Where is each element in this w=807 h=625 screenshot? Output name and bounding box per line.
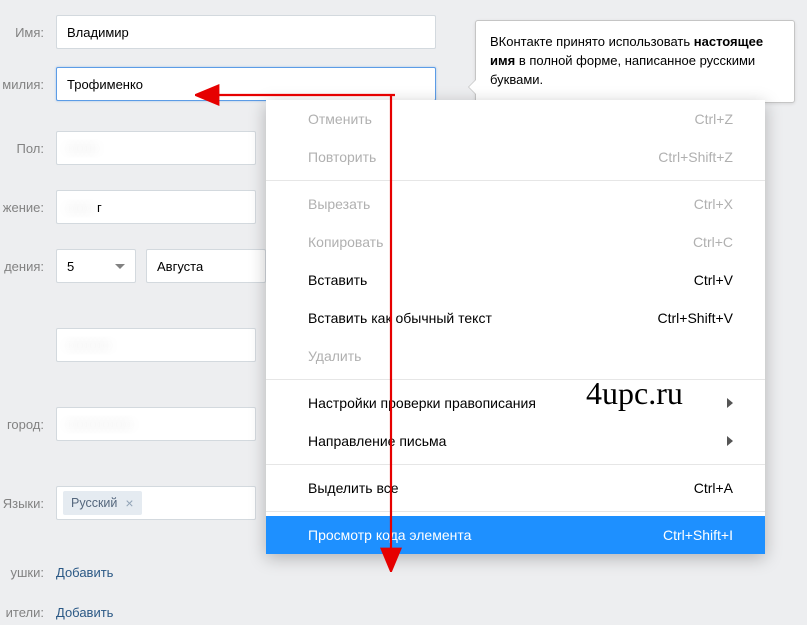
- menu-direction[interactable]: Направление письма: [266, 422, 765, 460]
- menu-label: Отменить: [308, 111, 372, 127]
- birth-day-select[interactable]: 5: [56, 249, 136, 283]
- menu-separator: [266, 464, 765, 465]
- surname-label: милия:: [0, 77, 56, 92]
- city-input[interactable]: ---------------: [56, 407, 256, 441]
- menu-select-all[interactable]: Выделить все Ctrl+A: [266, 469, 765, 507]
- name-label: Имя:: [0, 25, 56, 40]
- menu-label: Настройки проверки правописания: [308, 395, 536, 411]
- menu-label: Вставить: [308, 272, 367, 288]
- parents-label: ители:: [0, 605, 56, 620]
- menu-delete[interactable]: Удалить: [266, 337, 765, 375]
- menu-shortcut: Ctrl+Shift+V: [658, 310, 733, 326]
- context-menu[interactable]: Отменить Ctrl+Z Повторить Ctrl+Shift+Z В…: [266, 100, 765, 554]
- menu-label: Копировать: [308, 234, 383, 250]
- surname-input[interactable]: [56, 67, 436, 101]
- menu-shortcut: Ctrl+C: [693, 234, 733, 250]
- hint-tooltip: ВКонтакте принято использовать настоящее…: [475, 20, 795, 103]
- name-input[interactable]: [56, 15, 436, 49]
- birth-month-value: Августа: [157, 259, 203, 274]
- menu-inspect-element[interactable]: Просмотр кода элемента Ctrl+Shift+I: [266, 516, 765, 554]
- tooltip-text-1: ВКонтакте принято использовать: [490, 34, 694, 49]
- menu-spellcheck[interactable]: Настройки проверки правописания: [266, 384, 765, 422]
- status-label: жение:: [0, 200, 56, 215]
- chevron-right-icon: [727, 436, 733, 446]
- parents-add-link[interactable]: Добавить: [56, 605, 113, 620]
- menu-shortcut: Ctrl+Shift+Z: [658, 149, 733, 165]
- menu-label: Повторить: [308, 149, 376, 165]
- menu-shortcut: Ctrl+V: [694, 272, 733, 288]
- menu-shortcut: Ctrl+Shift+I: [663, 527, 733, 543]
- tooltip-text-2: в полной форме, написанное русскими букв…: [490, 53, 755, 87]
- birth-selects: 5 Августа: [56, 249, 266, 283]
- grandma-label: ушки:: [0, 565, 56, 580]
- blank-input[interactable]: ----------: [56, 328, 256, 362]
- menu-cut[interactable]: Вырезать Ctrl+X: [266, 185, 765, 223]
- lang-tag-label: Русский: [71, 496, 117, 510]
- menu-shortcut: Ctrl+Z: [695, 111, 734, 127]
- status-suffix: г: [97, 200, 102, 215]
- status-input[interactable]: ------г: [56, 190, 256, 224]
- lang-tag[interactable]: Русский ×: [63, 491, 142, 515]
- menu-redo[interactable]: Повторить Ctrl+Shift+Z: [266, 138, 765, 176]
- grandma-add-link[interactable]: Добавить: [56, 565, 113, 580]
- menu-undo[interactable]: Отменить Ctrl+Z: [266, 100, 765, 138]
- menu-shortcut: Ctrl+X: [694, 196, 733, 212]
- grandma-row: ушки: Добавить: [0, 565, 807, 580]
- menu-separator: [266, 511, 765, 512]
- close-icon[interactable]: ×: [125, 496, 133, 510]
- city-label: город:: [0, 417, 56, 432]
- birth-month-select[interactable]: Августа: [146, 249, 266, 283]
- menu-label: Выделить все: [308, 480, 399, 496]
- menu-separator: [266, 180, 765, 181]
- menu-copy[interactable]: Копировать Ctrl+C: [266, 223, 765, 261]
- menu-paste[interactable]: Вставить Ctrl+V: [266, 261, 765, 299]
- birth-label: дения:: [0, 259, 56, 274]
- menu-paste-plain[interactable]: Вставить как обычный текст Ctrl+Shift+V: [266, 299, 765, 337]
- menu-label: Направление письма: [308, 433, 446, 449]
- birth-day-value: 5: [67, 259, 74, 274]
- lang-label: Языки:: [0, 496, 56, 511]
- menu-label: Просмотр кода элемента: [308, 527, 471, 543]
- menu-label: Вставить как обычный текст: [308, 310, 492, 326]
- chevron-right-icon: [727, 398, 733, 408]
- menu-separator: [266, 379, 765, 380]
- chevron-down-icon: [115, 264, 125, 269]
- parents-row: ители: Добавить: [0, 605, 807, 620]
- menu-shortcut: Ctrl+A: [694, 480, 733, 496]
- lang-input[interactable]: Русский ×: [56, 486, 256, 520]
- menu-label: Удалить: [308, 348, 361, 364]
- menu-label: Вырезать: [308, 196, 370, 212]
- gender-input[interactable]: -------: [56, 131, 256, 165]
- gender-label: Пол:: [0, 141, 56, 156]
